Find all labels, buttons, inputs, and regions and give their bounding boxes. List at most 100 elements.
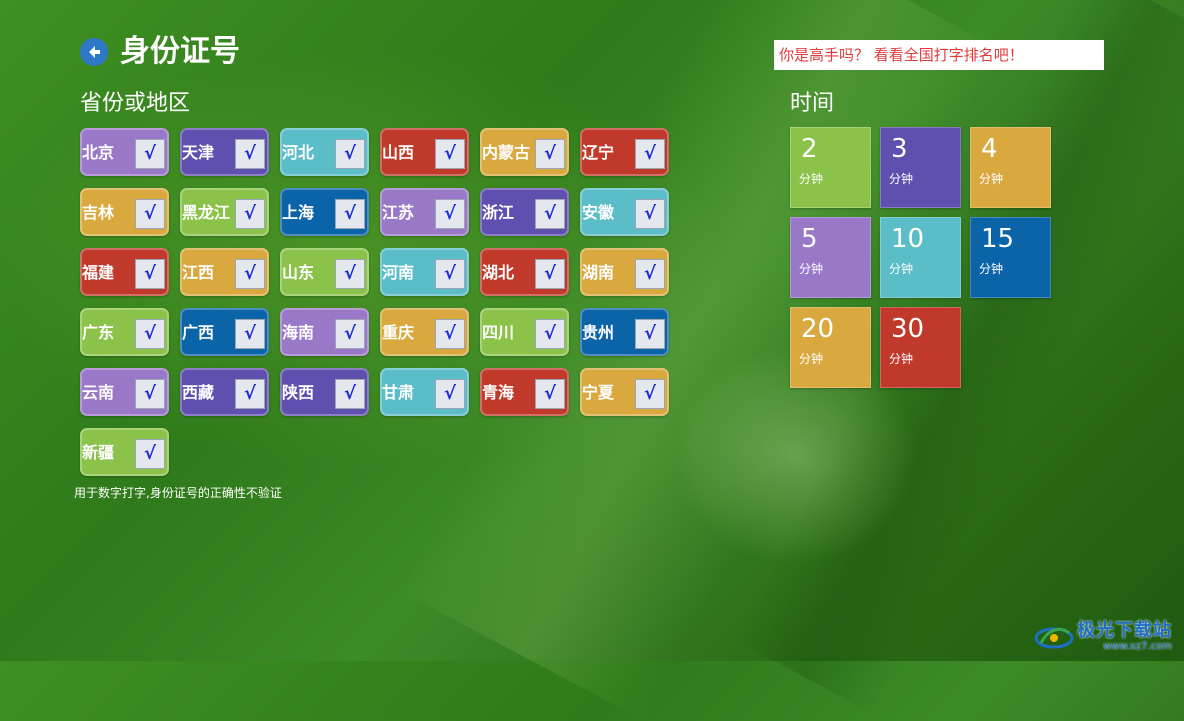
province-checkbox[interactable]: √	[635, 379, 665, 409]
province-checkbox[interactable]: √	[235, 259, 265, 289]
province-name: 青海	[482, 383, 515, 402]
province-name: 广西	[182, 323, 215, 342]
province-tile[interactable]: 江西 √	[180, 248, 269, 296]
province-checkbox[interactable]: √	[335, 199, 365, 229]
province-tile[interactable]: 福建 √	[80, 248, 169, 296]
province-checkbox[interactable]: √	[235, 139, 265, 169]
time-unit: 分钟	[979, 262, 1004, 276]
watermark-logo-icon	[1034, 627, 1074, 649]
province-name: 西藏	[182, 383, 215, 402]
time-unit: 分钟	[799, 172, 824, 186]
province-checkbox[interactable]: √	[135, 259, 165, 289]
province-checkbox[interactable]: √	[435, 139, 465, 169]
province-tile[interactable]: 甘肃 √	[380, 368, 469, 416]
province-tile[interactable]: 天津 √	[180, 128, 269, 176]
province-checkbox[interactable]: √	[435, 379, 465, 409]
province-checkbox[interactable]: √	[135, 199, 165, 229]
province-tile[interactable]: 宁夏 √	[580, 368, 669, 416]
province-name: 湖北	[482, 263, 515, 282]
time-minutes: 4	[981, 134, 998, 164]
ranking-link[interactable]: 你是高手吗？ 看看全国打字排名吧！	[774, 40, 1104, 70]
time-minutes: 30	[891, 314, 925, 344]
time-minutes: 10	[891, 224, 925, 254]
province-checkbox[interactable]: √	[335, 379, 365, 409]
province-checkbox[interactable]: √	[435, 199, 465, 229]
province-checkbox[interactable]: √	[535, 199, 565, 229]
province-checkbox[interactable]: √	[535, 379, 565, 409]
province-name: 宁夏	[582, 383, 615, 402]
province-name: 江西	[182, 263, 215, 282]
province-checkbox[interactable]: √	[635, 319, 665, 349]
province-tile[interactable]: 重庆 √	[380, 308, 469, 356]
province-tile[interactable]: 黑龙江 √	[180, 188, 269, 236]
province-checkbox[interactable]: √	[335, 139, 365, 169]
province-checkbox[interactable]: √	[335, 259, 365, 289]
province-tile[interactable]: 湖南 √	[580, 248, 669, 296]
province-checkbox[interactable]: √	[235, 319, 265, 349]
province-checkbox[interactable]: √	[135, 319, 165, 349]
province-name: 辽宁	[582, 143, 615, 162]
province-checkbox[interactable]: √	[635, 199, 665, 229]
province-tile[interactable]: 青海 √	[480, 368, 569, 416]
watermark-name: 极光下载站	[1077, 620, 1172, 641]
time-option-10[interactable]: 10 分钟	[880, 217, 961, 298]
province-checkbox[interactable]: √	[435, 319, 465, 349]
province-tile[interactable]: 内蒙古 √	[480, 128, 569, 176]
province-tile[interactable]: 西藏 √	[180, 368, 269, 416]
province-tile[interactable]: 北京 √	[80, 128, 169, 176]
province-tile[interactable]: 四川 √	[480, 308, 569, 356]
province-tile[interactable]: 河北 √	[280, 128, 369, 176]
province-name: 北京	[82, 143, 115, 162]
time-heading: 时间	[790, 91, 835, 116]
province-checkbox[interactable]: √	[135, 379, 165, 409]
province-tile[interactable]: 海南 √	[280, 308, 369, 356]
province-checkbox[interactable]: √	[435, 259, 465, 289]
province-tile[interactable]: 山西 √	[380, 128, 469, 176]
province-tile[interactable]: 江苏 √	[380, 188, 469, 236]
province-checkbox[interactable]: √	[235, 199, 265, 229]
page-title: 身份证号	[120, 34, 240, 69]
time-option-4[interactable]: 4 分钟	[970, 127, 1051, 208]
time-unit: 分钟	[889, 262, 914, 276]
province-tile[interactable]: 吉林 √	[80, 188, 169, 236]
back-arrow-icon[interactable]	[80, 38, 108, 66]
watermark-url: www.xz7.com	[1103, 641, 1172, 652]
province-name: 山西	[382, 143, 415, 162]
time-option-5[interactable]: 5 分钟	[790, 217, 871, 298]
province-tile[interactable]: 上海 √	[280, 188, 369, 236]
province-checkbox[interactable]: √	[235, 379, 265, 409]
province-tile[interactable]: 新疆 √	[80, 428, 169, 476]
provinces-heading: 省份或地区	[80, 91, 191, 116]
province-tile[interactable]: 贵州 √	[580, 308, 669, 356]
province-tile[interactable]: 陕西 √	[280, 368, 369, 416]
province-tile[interactable]: 广西 √	[180, 308, 269, 356]
province-tile[interactable]: 安徽 √	[580, 188, 669, 236]
province-checkbox[interactable]: √	[335, 319, 365, 349]
province-tile[interactable]: 山东 √	[280, 248, 369, 296]
province-checkbox[interactable]: √	[535, 259, 565, 289]
province-name: 新疆	[82, 443, 115, 462]
province-tile[interactable]: 广东 √	[80, 308, 169, 356]
province-checkbox[interactable]: √	[535, 139, 565, 169]
province-name: 四川	[482, 323, 515, 342]
province-tile[interactable]: 湖北 √	[480, 248, 569, 296]
time-option-20[interactable]: 20 分钟	[790, 307, 871, 388]
province-name: 山东	[282, 263, 315, 282]
province-name: 湖南	[582, 263, 615, 282]
time-option-2[interactable]: 2 分钟	[790, 127, 871, 208]
province-tile[interactable]: 河南 √	[380, 248, 469, 296]
province-checkbox[interactable]: √	[135, 139, 165, 169]
province-tile[interactable]: 云南 √	[80, 368, 169, 416]
province-grid: 北京 √ 天津 √ 河北 √ 山西 √ 内蒙古 √ 辽宁 √ 吉林 √ 黑龙江 √ 上海 √ 江苏…	[80, 128, 680, 488]
province-tile[interactable]: 辽宁 √	[580, 128, 669, 176]
time-option-3[interactable]: 3 分钟	[880, 127, 961, 208]
time-grid: 2 分钟 3 分钟 4 分钟 5 分钟 10 分钟 15 分钟 20 分钟 30 分钟	[790, 127, 1060, 388]
province-checkbox[interactable]: √	[635, 139, 665, 169]
province-checkbox[interactable]: √	[135, 439, 165, 469]
province-checkbox[interactable]: √	[535, 319, 565, 349]
province-tile[interactable]: 浙江 √	[480, 188, 569, 236]
note-text: 用于数字打字,身份证号的正确性不验证	[74, 486, 282, 500]
province-checkbox[interactable]: √	[635, 259, 665, 289]
time-option-15[interactable]: 15 分钟	[970, 217, 1051, 298]
time-option-30[interactable]: 30 分钟	[880, 307, 961, 388]
